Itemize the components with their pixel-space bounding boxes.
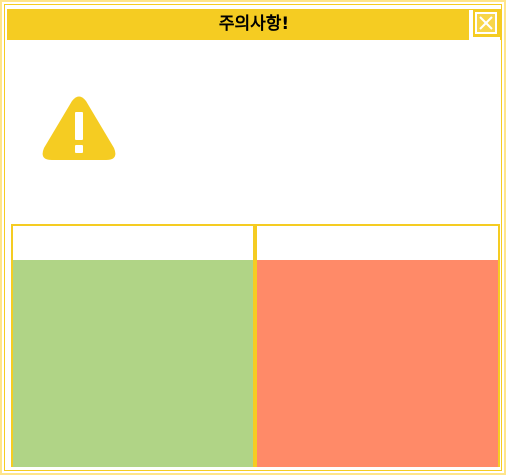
right-option-panel[interactable]: [255, 224, 500, 467]
right-panel-body: [257, 260, 498, 467]
warning-icon: [42, 96, 116, 160]
left-panel-body: [13, 260, 253, 467]
close-icon: [475, 12, 497, 34]
left-panel-header: [13, 226, 253, 260]
dialog-title: 주의사항!: [218, 14, 290, 34]
left-option-panel[interactable]: [11, 224, 255, 467]
close-button[interactable]: [469, 10, 500, 40]
title-bar: 주의사항!: [7, 9, 501, 40]
right-panel-header: [257, 226, 498, 260]
dialog-window: 주의사항!: [0, 0, 506, 475]
